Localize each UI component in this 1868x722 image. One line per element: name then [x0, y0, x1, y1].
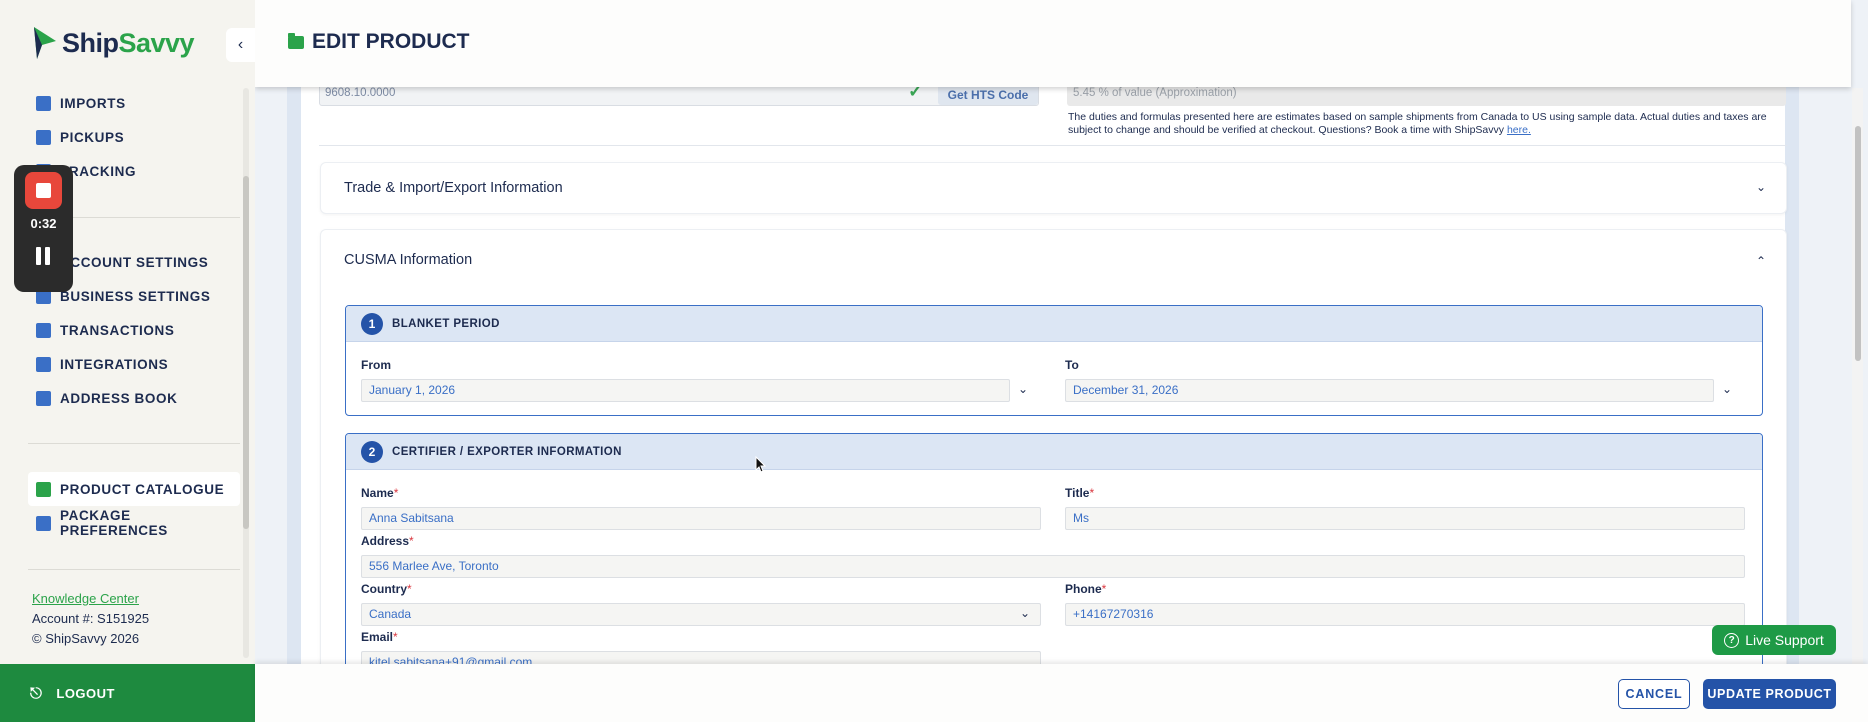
step-number-badge: 2	[361, 440, 383, 463]
address-label: Address*	[361, 534, 414, 548]
duty-estimate-value: 5.45 % of value (Approximation)	[1073, 87, 1237, 99]
page-title-text: EDIT PRODUCT	[312, 30, 470, 53]
to-date-select[interactable]: December 31, 2026	[1065, 379, 1714, 402]
name-label: Name*	[361, 486, 399, 500]
trade-info-accordion[interactable]: Trade & Import/Export Information ⌄	[320, 162, 1787, 214]
knowledge-center-link[interactable]: Knowledge Center	[32, 589, 149, 609]
logo-icon	[34, 27, 56, 59]
copyright: © ShipSavvy 2026	[32, 631, 140, 646]
logout-label: LOGOUT	[56, 685, 115, 701]
account-number: Account #: S151925	[32, 611, 150, 626]
nav-item-integrations[interactable]: INTEGRATIONS	[28, 347, 240, 381]
nav-item-label: INTEGRATIONS	[60, 356, 169, 372]
nav-item-pickups[interactable]: PICKUPS	[28, 120, 240, 154]
package-icon	[36, 515, 51, 531]
transactions-icon	[36, 322, 51, 338]
country-label: Country*	[361, 582, 412, 596]
shipsavvy-logo[interactable]: ShipSavvy	[34, 27, 195, 59]
main-content: 9608.10.0000 ✓ Get HTS Code 5.45 % of va…	[255, 0, 1868, 722]
address-input[interactable]: 556 Marlee Ave, Toronto	[361, 555, 1745, 578]
chevron-left-icon: ‹	[237, 36, 244, 53]
section-header: 2 CERTIFIER / EXPORTER INFORMATION	[346, 434, 1762, 470]
folder-icon	[288, 32, 304, 49]
chevron-down-icon[interactable]: ⌄	[1722, 382, 1732, 396]
phone-input[interactable]: +14167270316	[1065, 603, 1745, 626]
to-label: To	[1065, 358, 1079, 372]
name-input[interactable]: Anna Sabitsana	[361, 507, 1041, 530]
chevron-up-icon[interactable]: ⌃	[1756, 254, 1768, 268]
integrations-icon	[36, 356, 51, 372]
sidebar-footer: Knowledge Center Account #: S151925 © Sh…	[32, 589, 149, 649]
sidebar-scrollbar-thumb[interactable]	[243, 176, 249, 529]
nav-item-label: ADDRESS BOOK	[60, 390, 178, 406]
divider	[319, 145, 1787, 146]
recording-timer: 0:32	[30, 216, 57, 231]
accordion-title: Trade & Import/Export Information	[344, 180, 563, 196]
nav-item-label: TRANSACTIONS	[60, 322, 175, 338]
nav-item-transactions[interactable]: TRANSACTIONS	[28, 313, 240, 347]
nav-item-imports[interactable]: IMPORTS	[28, 86, 240, 120]
stop-recording-button[interactable]	[25, 172, 62, 209]
from-label: From	[361, 358, 391, 372]
nav-item-package-preferences[interactable]: PACKAGE PREFERENCES	[28, 506, 240, 540]
book-time-link[interactable]: here.	[1507, 124, 1531, 136]
from-date-select[interactable]: January 1, 2026	[361, 379, 1010, 402]
main-scrollbar-thumb[interactable]	[1855, 126, 1861, 361]
phone-label: Phone*	[1065, 582, 1107, 596]
mouse-cursor-icon	[755, 456, 767, 473]
imports-icon	[36, 95, 51, 111]
hts-code-value: 9608.10.0000	[325, 87, 396, 99]
live-support-label: Live Support	[1745, 632, 1824, 648]
title-input[interactable]: Ms	[1065, 507, 1745, 530]
update-product-button[interactable]: UPDATE PRODUCT	[1703, 679, 1836, 709]
nav-item-label: IMPORTS	[60, 95, 126, 111]
chevron-down-icon: ⌄	[1756, 180, 1767, 194]
live-support-button[interactable]: ? Live Support	[1712, 625, 1836, 655]
accordion-title[interactable]: CUSMA Information	[344, 252, 472, 268]
email-label: Email*	[361, 630, 398, 644]
pickups-icon	[36, 129, 51, 145]
nav-item-label: BUSINESS SETTINGS	[60, 288, 211, 304]
nav-group-products: PRODUCT CATALOGUE PACKAGE PREFERENCES	[28, 472, 240, 540]
nav-item-label: PICKUPS	[60, 129, 125, 145]
section-title: CERTIFIER / EXPORTER INFORMATION	[392, 445, 622, 458]
nav-divider	[28, 569, 240, 570]
nav-divider	[28, 443, 240, 444]
section-title: BLANKET PERIOD	[392, 317, 500, 330]
brand-name: ShipSavvy	[62, 27, 195, 58]
chevron-down-icon[interactable]: ⌄	[1018, 382, 1028, 396]
address-book-icon	[36, 390, 51, 406]
screen-recorder-widget: 0:32	[14, 165, 73, 292]
duty-disclaimer-text: The duties and formulas presented here a…	[1068, 111, 1767, 136]
duty-disclaimer: The duties and formulas presented here a…	[1068, 111, 1788, 136]
step-number-badge: 1	[361, 312, 383, 335]
nav-item-label: PACKAGE PREFERENCES	[60, 508, 168, 538]
nav-item-address-book[interactable]: ADDRESS BOOK	[28, 381, 240, 415]
nav-item-label: ACCOUNT SETTINGS	[60, 254, 209, 270]
chevron-down-icon[interactable]: ⌄	[1020, 606, 1030, 620]
country-select[interactable]: Canada	[361, 603, 1041, 626]
page-header: EDIT PRODUCT	[255, 0, 1851, 87]
help-icon: ?	[1724, 632, 1740, 648]
folder-icon	[36, 481, 51, 497]
certifier-exporter-section: 2 CERTIFIER / EXPORTER INFORMATION	[345, 433, 1763, 673]
page-title: EDIT PRODUCT	[288, 30, 470, 54]
nav-item-product-catalogue[interactable]: PRODUCT CATALOGUE	[28, 472, 240, 506]
logout-icon: ⎋	[30, 684, 43, 702]
get-hts-code-button[interactable]: Get HTS Code	[938, 84, 1038, 105]
pause-icon[interactable]	[35, 247, 52, 265]
title-label: Title*	[1065, 486, 1095, 500]
nav-item-label: PRODUCT CATALOGUE	[60, 481, 225, 497]
section-header: 1 BLANKET PERIOD	[346, 306, 1762, 342]
cancel-button[interactable]: CANCEL	[1618, 679, 1690, 709]
collapse-sidebar-button[interactable]: ‹	[226, 28, 255, 62]
logout-button[interactable]: ⎋ LOGOUT	[0, 664, 255, 722]
